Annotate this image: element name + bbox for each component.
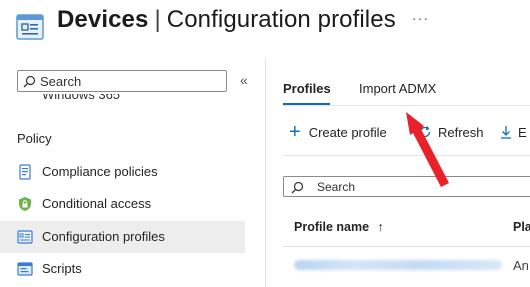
export-label: E: [518, 124, 527, 140]
grid-search-input[interactable]: [317, 179, 517, 194]
sidebar: « Windows 365 Policy Compliance policies…: [0, 58, 265, 287]
sidebar-item-conditional-access[interactable]: Conditional access: [0, 188, 245, 220]
sidebar-item-scripts[interactable]: Scripts: [0, 253, 245, 285]
platform-cell: An: [513, 258, 529, 273]
create-profile-button[interactable]: + Create profile: [289, 122, 387, 142]
sidebar-section-policy: Policy: [17, 131, 52, 146]
title-separator: |: [154, 6, 161, 33]
lock-shield-icon: [19, 197, 31, 211]
page-title: Devices | Configuration profiles: [57, 6, 396, 34]
device-config-icon: [16, 14, 44, 40]
sidebar-search[interactable]: [17, 70, 227, 92]
refresh-icon: [419, 126, 431, 138]
sort-ascending-icon: ↑: [377, 220, 384, 234]
sidebar-search-input[interactable]: [40, 73, 220, 89]
sidebar-item-label: Configuration profiles: [42, 229, 165, 244]
sidebar-item-label: Scripts: [42, 261, 82, 276]
sidebar-item-windows-365[interactable]: Windows 365: [42, 94, 242, 106]
page-header: Devices | Configuration profiles ···: [0, 0, 530, 58]
refresh-label: Refresh: [438, 124, 484, 140]
sidebar-item-label: Compliance policies: [42, 164, 158, 179]
refresh-button[interactable]: Refresh: [418, 122, 484, 142]
redacted-profile-name[interactable]: [294, 260, 502, 270]
column-header-label: Profile name: [294, 220, 370, 234]
create-profile-label: Create profile: [308, 124, 387, 140]
search-icon: [291, 181, 304, 194]
sidebar-item-label: Windows 365: [42, 94, 121, 102]
title-primary: Devices: [57, 6, 149, 33]
sidebar-item-compliance-policies[interactable]: Compliance policies: [0, 156, 245, 188]
sidebar-item-configuration-profiles[interactable]: Configuration profiles: [0, 221, 245, 253]
search-icon: [23, 75, 36, 88]
toolbar-divider: [283, 155, 530, 156]
tab-import-admx[interactable]: Import ADMX: [359, 81, 436, 96]
compliance-icon: [19, 164, 31, 180]
download-icon: [501, 126, 511, 139]
add-icon: +: [289, 121, 301, 143]
tabs-divider: [283, 105, 530, 106]
config-profile-icon: [17, 230, 33, 244]
scripts-icon: [17, 262, 33, 276]
column-header-platform[interactable]: Pla: [513, 220, 530, 234]
column-header-profile-name[interactable]: Profile name ↑: [294, 220, 384, 234]
tab-profiles[interactable]: Profiles: [283, 81, 331, 96]
more-options-button[interactable]: ···: [412, 10, 429, 26]
sidebar-item-label: Conditional access: [42, 196, 152, 211]
main-content: Profiles Import ADMX + Create profile Re…: [266, 58, 530, 287]
collapse-sidebar-button[interactable]: «: [240, 72, 248, 88]
grid-header-divider: [283, 246, 530, 247]
title-secondary: Configuration profiles: [166, 6, 396, 33]
export-button[interactable]: E: [500, 122, 527, 142]
grid-search[interactable]: [283, 176, 530, 197]
